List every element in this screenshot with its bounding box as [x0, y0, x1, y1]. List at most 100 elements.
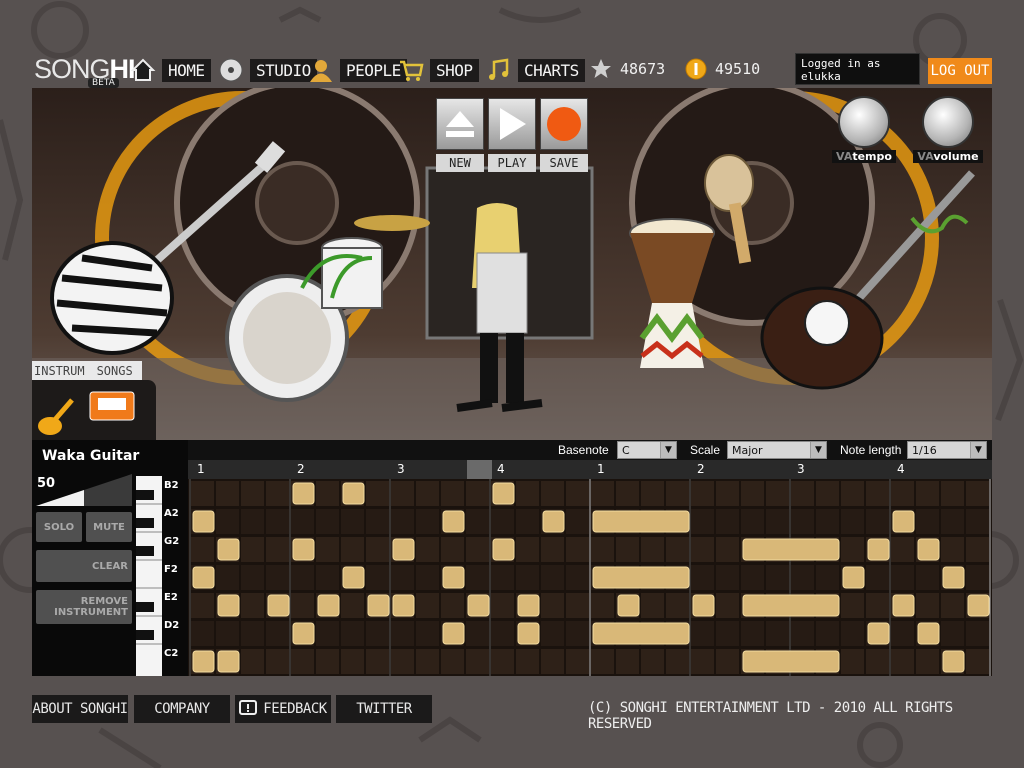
note-block[interactable] — [467, 594, 490, 617]
grid-cell[interactable] — [866, 509, 889, 534]
note-block[interactable] — [442, 510, 465, 533]
grid-cell[interactable] — [716, 621, 739, 646]
note-block[interactable] — [292, 482, 315, 505]
save-button[interactable]: SAVE — [540, 98, 588, 172]
company-link[interactable]: COMPANY — [134, 695, 230, 723]
grid-cell[interactable] — [416, 565, 439, 590]
grid-cell[interactable] — [741, 621, 764, 646]
grid-cell[interactable] — [916, 481, 939, 506]
grid-cell[interactable] — [916, 565, 939, 590]
grid-cell[interactable] — [366, 621, 389, 646]
note-block[interactable] — [267, 594, 290, 617]
grid-cell[interactable] — [541, 649, 564, 674]
grid-cell[interactable] — [391, 481, 414, 506]
grid-cell[interactable] — [941, 593, 964, 618]
note-block[interactable] — [542, 510, 565, 533]
grid-cell[interactable] — [916, 509, 939, 534]
grid-cell[interactable] — [916, 649, 939, 674]
grid-cell[interactable] — [416, 593, 439, 618]
grid-cell[interactable] — [466, 509, 489, 534]
note-block[interactable] — [392, 538, 415, 561]
note-block[interactable] — [917, 538, 940, 561]
grid-cell[interactable] — [791, 621, 814, 646]
tab-instruments[interactable]: INSTRUM — [34, 364, 85, 378]
grid-cell[interactable] — [966, 509, 989, 534]
grid-cell[interactable] — [366, 509, 389, 534]
grid-cell[interactable] — [241, 481, 264, 506]
grid-cell[interactable] — [641, 481, 664, 506]
grid-cell[interactable] — [966, 565, 989, 590]
grid-cell[interactable] — [491, 649, 514, 674]
grid-cell[interactable] — [741, 481, 764, 506]
grid-cell[interactable] — [266, 481, 289, 506]
grid-cell[interactable] — [766, 621, 789, 646]
scale-select[interactable]: Major ▼ — [727, 441, 827, 459]
grid-cell[interactable] — [966, 621, 989, 646]
note-block[interactable] — [217, 650, 240, 673]
grid-cell[interactable] — [466, 537, 489, 562]
grid-cell[interactable] — [566, 593, 589, 618]
note-block[interactable] — [392, 594, 415, 617]
grid-cell[interactable] — [516, 649, 539, 674]
grid-cell[interactable] — [566, 621, 589, 646]
grid-cell[interactable] — [441, 649, 464, 674]
grid-cell[interactable] — [891, 621, 914, 646]
grid-cell[interactable] — [891, 537, 914, 562]
note-block[interactable] — [217, 594, 240, 617]
songhi-logo[interactable]: SONGHI — [34, 54, 136, 85]
grid-cell[interactable] — [566, 565, 589, 590]
note-block[interactable] — [892, 510, 915, 533]
grid-cell[interactable] — [391, 565, 414, 590]
solo-button[interactable]: SOLO — [36, 512, 82, 542]
grid-cell[interactable] — [366, 565, 389, 590]
grid-cell[interactable] — [241, 509, 264, 534]
grid-cell[interactable] — [816, 621, 839, 646]
grid-cell[interactable] — [716, 537, 739, 562]
note-block[interactable] — [842, 566, 865, 589]
grid-cell[interactable] — [841, 649, 864, 674]
grid-cell[interactable] — [441, 537, 464, 562]
note-block[interactable] — [692, 594, 715, 617]
grid-cell[interactable] — [941, 621, 964, 646]
twitter-link[interactable]: TWITTER — [336, 695, 432, 723]
grid-cell[interactable] — [216, 509, 239, 534]
note-block[interactable] — [592, 566, 690, 589]
note-block[interactable] — [292, 622, 315, 645]
note-block[interactable] — [192, 510, 215, 533]
logout-button[interactable]: LOG OUT — [928, 58, 992, 84]
basenote-select[interactable]: C ▼ — [617, 441, 677, 459]
grid-cell[interactable] — [191, 593, 214, 618]
grid-cell[interactable] — [291, 565, 314, 590]
grid-cell[interactable] — [566, 649, 589, 674]
remove-instrument-button[interactable]: REMOVE INSTRUMENT — [36, 590, 132, 624]
note-block[interactable] — [342, 566, 365, 589]
grid-cell[interactable] — [291, 649, 314, 674]
grid-cell[interactable] — [766, 481, 789, 506]
note-block[interactable] — [492, 482, 515, 505]
grid-cell[interactable] — [916, 593, 939, 618]
note-block[interactable] — [942, 650, 965, 673]
grid-cell[interactable] — [516, 509, 539, 534]
grid-cell[interactable] — [641, 649, 664, 674]
grid-cell[interactable] — [666, 481, 689, 506]
guitar-icon[interactable] — [38, 398, 74, 435]
grid-cell[interactable] — [341, 621, 364, 646]
cassette-icon[interactable] — [89, 391, 135, 421]
grid-cell[interactable] — [316, 621, 339, 646]
grid-cell[interactable] — [241, 565, 264, 590]
note-block[interactable] — [942, 566, 965, 589]
grid-cell[interactable] — [666, 649, 689, 674]
grid-cell[interactable] — [216, 565, 239, 590]
grid-cell[interactable] — [491, 621, 514, 646]
grid-cell[interactable] — [466, 481, 489, 506]
grid-cell[interactable] — [391, 509, 414, 534]
grid-cell[interactable] — [841, 593, 864, 618]
nav-charts[interactable]: CHARTS — [486, 56, 585, 84]
grid-cell[interactable] — [366, 649, 389, 674]
grid-cell[interactable] — [291, 509, 314, 534]
grid-cell[interactable] — [666, 593, 689, 618]
grid-cell[interactable] — [841, 509, 864, 534]
grid-cell[interactable] — [766, 509, 789, 534]
grid-cell[interactable] — [741, 509, 764, 534]
grid-cell[interactable] — [466, 649, 489, 674]
